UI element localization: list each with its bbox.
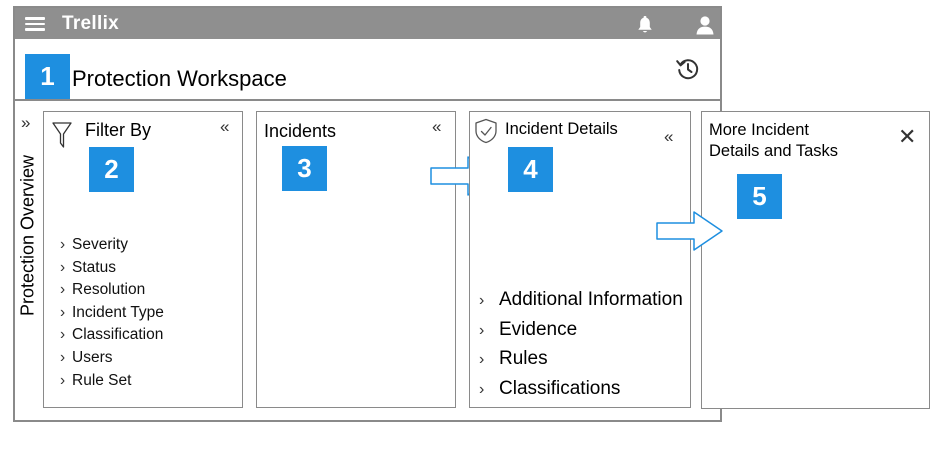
chevron-right-icon: ›: [60, 303, 66, 321]
protection-overview-rail[interactable]: » Protection Overview: [15, 103, 42, 418]
incident-details-list: › Additional Information › Evidence › Rules…: [479, 285, 683, 403]
filter-panel-title: Filter By: [85, 120, 152, 140]
filter-item-resolution[interactable]: › Resolution: [60, 279, 164, 302]
user-icon[interactable]: [695, 15, 715, 35]
bell-icon[interactable]: [635, 15, 655, 35]
page-title: Protection Workspace: [72, 66, 287, 91]
collapse-incidents-button[interactable]: «: [432, 117, 441, 137]
menu-icon[interactable]: [25, 17, 45, 31]
step-badge-5: 5: [737, 174, 782, 219]
step-badge-4: 4: [508, 147, 553, 192]
chevron-right-icon: ›: [60, 281, 66, 299]
details-item-classifications[interactable]: › Classifications: [479, 374, 683, 404]
incidents-panel: Incidents « 3: [256, 111, 456, 408]
chevron-right-icon: ›: [60, 348, 66, 366]
incident-details-title: Incident Details: [505, 120, 618, 138]
filter-item-rule-set[interactable]: › Rule Set: [60, 370, 164, 393]
history-icon[interactable]: [675, 56, 701, 82]
chevron-right-icon: ›: [479, 380, 485, 398]
top-bar: Trellix: [15, 8, 720, 39]
details-item-rules[interactable]: › Rules: [479, 344, 683, 374]
brand-logo: Trellix: [62, 13, 120, 34]
collapse-details-button[interactable]: «: [664, 127, 673, 147]
protection-overview-label[interactable]: Protection Overview: [16, 145, 40, 325]
filter-item-incident-type[interactable]: › Incident Type: [60, 302, 164, 325]
filter-list: › Severity › Status › Resolution › Incident …: [60, 234, 164, 392]
incidents-panel-title: Incidents: [264, 121, 337, 141]
funnel-icon: [52, 122, 72, 148]
expand-rail-button[interactable]: »: [21, 113, 30, 133]
chevron-right-icon: ›: [60, 371, 66, 389]
details-item-evidence[interactable]: › Evidence: [479, 315, 683, 345]
step-badge-3: 3: [282, 146, 327, 191]
chevron-right-icon: ›: [479, 321, 485, 339]
filter-item-status[interactable]: › Status: [60, 257, 164, 280]
chevron-right-icon: ›: [60, 258, 66, 276]
collapse-filter-button[interactable]: «: [220, 117, 229, 137]
chevron-right-icon: ›: [60, 326, 66, 344]
chevron-right-icon: ›: [60, 236, 66, 253]
filter-panel: Filter By « 2 › Severity › Status › Resolut…: [43, 111, 243, 408]
chevron-right-icon: ›: [479, 351, 485, 368]
details-item-additional-information[interactable]: › Additional Information: [479, 285, 683, 315]
arrow-right-icon: [656, 211, 723, 251]
page-header: 1 Protection Workspace: [15, 39, 720, 101]
close-icon[interactable]: ✕: [898, 124, 916, 150]
filter-item-classification[interactable]: › Classification: [60, 324, 164, 347]
step-badge-2: 2: [89, 147, 134, 192]
more-details-tasks-panel: More Incident Details and Tasks ✕ 5: [701, 111, 930, 409]
more-details-tasks-title: More Incident Details and Tasks: [709, 121, 839, 160]
filter-item-users[interactable]: › Users: [60, 347, 164, 370]
chevron-right-icon: ›: [479, 292, 485, 309]
shield-icon: [475, 118, 497, 144]
incident-details-panel: Incident Details « 4 › Additional Informa…: [469, 111, 691, 408]
filter-item-severity[interactable]: › Severity: [60, 234, 164, 257]
step-badge-1: 1: [25, 54, 70, 99]
